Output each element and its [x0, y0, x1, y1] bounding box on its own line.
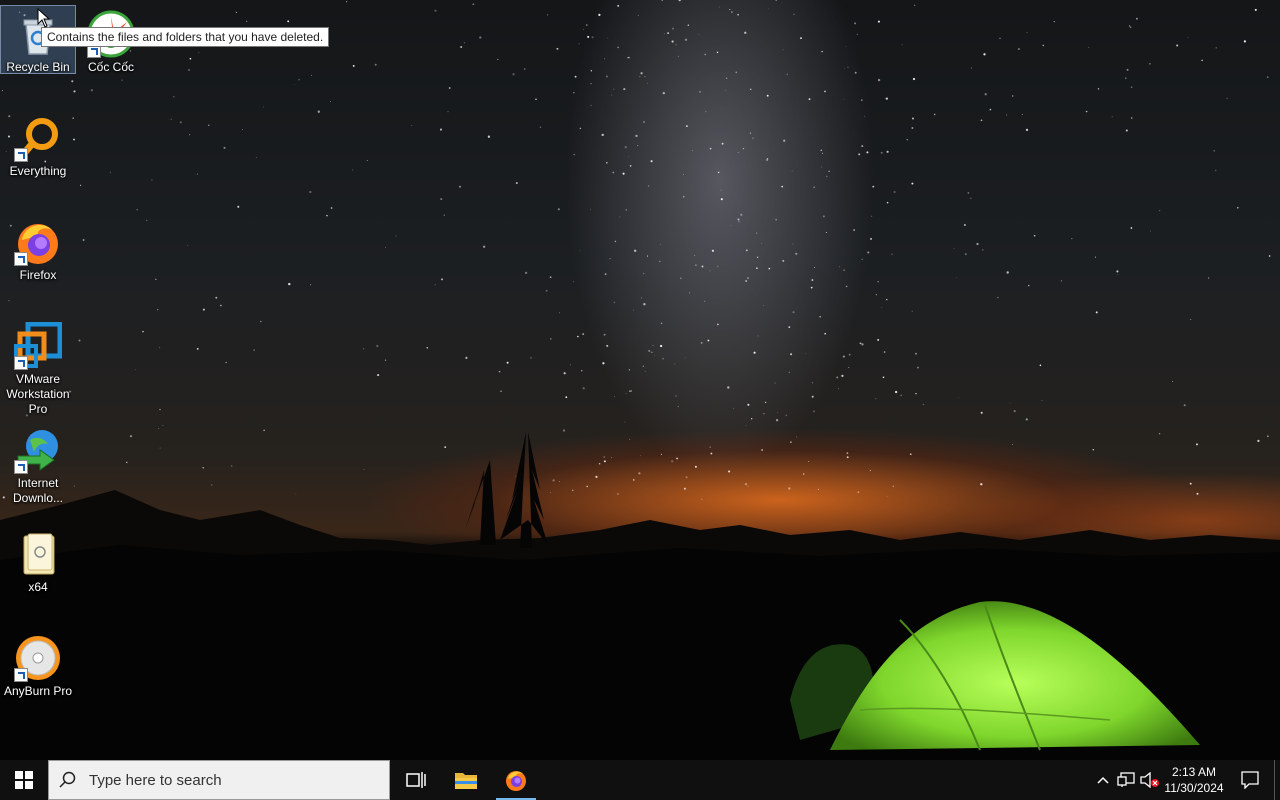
desktop-icon-anyburn[interactable]: AnyBurn Pro	[1, 630, 75, 699]
desktop-background[interactable]: Recycle Bin Cốc Cốc Everything Firefox V…	[0, 0, 1280, 760]
firefox-icon	[506, 771, 526, 791]
action-center-button[interactable]	[1230, 760, 1270, 800]
desktop-icon-label: Internet Downlo...	[12, 476, 64, 505]
network-icon	[1117, 772, 1135, 787]
vmware-icon	[14, 322, 62, 370]
shortcut-arrow-icon	[14, 148, 28, 162]
shortcut-arrow-icon	[14, 252, 28, 266]
desktop-icon-label: VMware Workstation Pro	[6, 372, 70, 416]
desktop-icon-label: Everything	[9, 164, 67, 178]
folder-icon	[14, 530, 62, 578]
action-center-icon	[1241, 771, 1259, 789]
taskbar: 2:13 AM 11/30/2024	[0, 760, 1280, 800]
everything-search-icon	[14, 114, 62, 162]
shortcut-arrow-icon	[14, 668, 28, 682]
file-explorer-button[interactable]	[442, 760, 490, 800]
desktop-icon-label: Firefox	[19, 268, 57, 282]
windows-logo-icon	[15, 771, 33, 789]
network-button[interactable]	[1115, 760, 1137, 800]
desktop-icon-label: Recycle Bin	[6, 60, 70, 74]
desktop-icon-label: Cốc Cốc	[87, 60, 134, 74]
internet-download-manager-icon	[14, 426, 62, 474]
firefox-taskbar-button[interactable]	[492, 760, 540, 800]
firefox-icon	[14, 218, 62, 266]
show-desktop-button[interactable]	[1274, 760, 1280, 800]
desktop-icon-label: x64	[28, 580, 48, 594]
folder-icon	[455, 773, 477, 789]
anyburn-disc-icon	[14, 634, 62, 682]
desktop-icon-label: AnyBurn Pro	[3, 684, 73, 698]
taskbar-search-box[interactable]	[48, 760, 390, 800]
shortcut-arrow-icon	[14, 356, 28, 370]
show-hidden-icons-button[interactable]	[1092, 760, 1114, 800]
desktop-icon-firefox[interactable]: Firefox	[1, 214, 75, 283]
task-view-icon	[406, 772, 426, 788]
desktop-icon-vmware[interactable]: VMware Workstation Pro	[1, 318, 75, 417]
landscape-silhouette	[0, 432, 1280, 760]
clock-date: 11/30/2024	[1164, 781, 1224, 795]
desktop-icon-everything[interactable]: Everything	[1, 110, 75, 179]
task-view-button[interactable]	[392, 760, 440, 800]
desktop-icon-x64-folder[interactable]: x64	[1, 526, 75, 595]
start-button[interactable]	[0, 760, 48, 800]
mouse-cursor-icon	[37, 8, 51, 28]
shortcut-arrow-icon	[14, 460, 28, 474]
search-icon	[49, 771, 87, 789]
desktop-icon-internet-download-manager[interactable]: Internet Downlo...	[1, 422, 75, 506]
recycle-bin-tooltip: Contains the files and folders that you …	[41, 27, 330, 47]
chevron-up-icon	[1097, 776, 1109, 784]
clock-time: 2:13 AM	[1171, 765, 1217, 779]
search-input[interactable]	[87, 770, 381, 790]
volume-muted-icon	[1140, 772, 1159, 788]
volume-button[interactable]	[1138, 760, 1162, 800]
system-clock[interactable]: 2:13 AM 11/30/2024	[1162, 760, 1226, 800]
